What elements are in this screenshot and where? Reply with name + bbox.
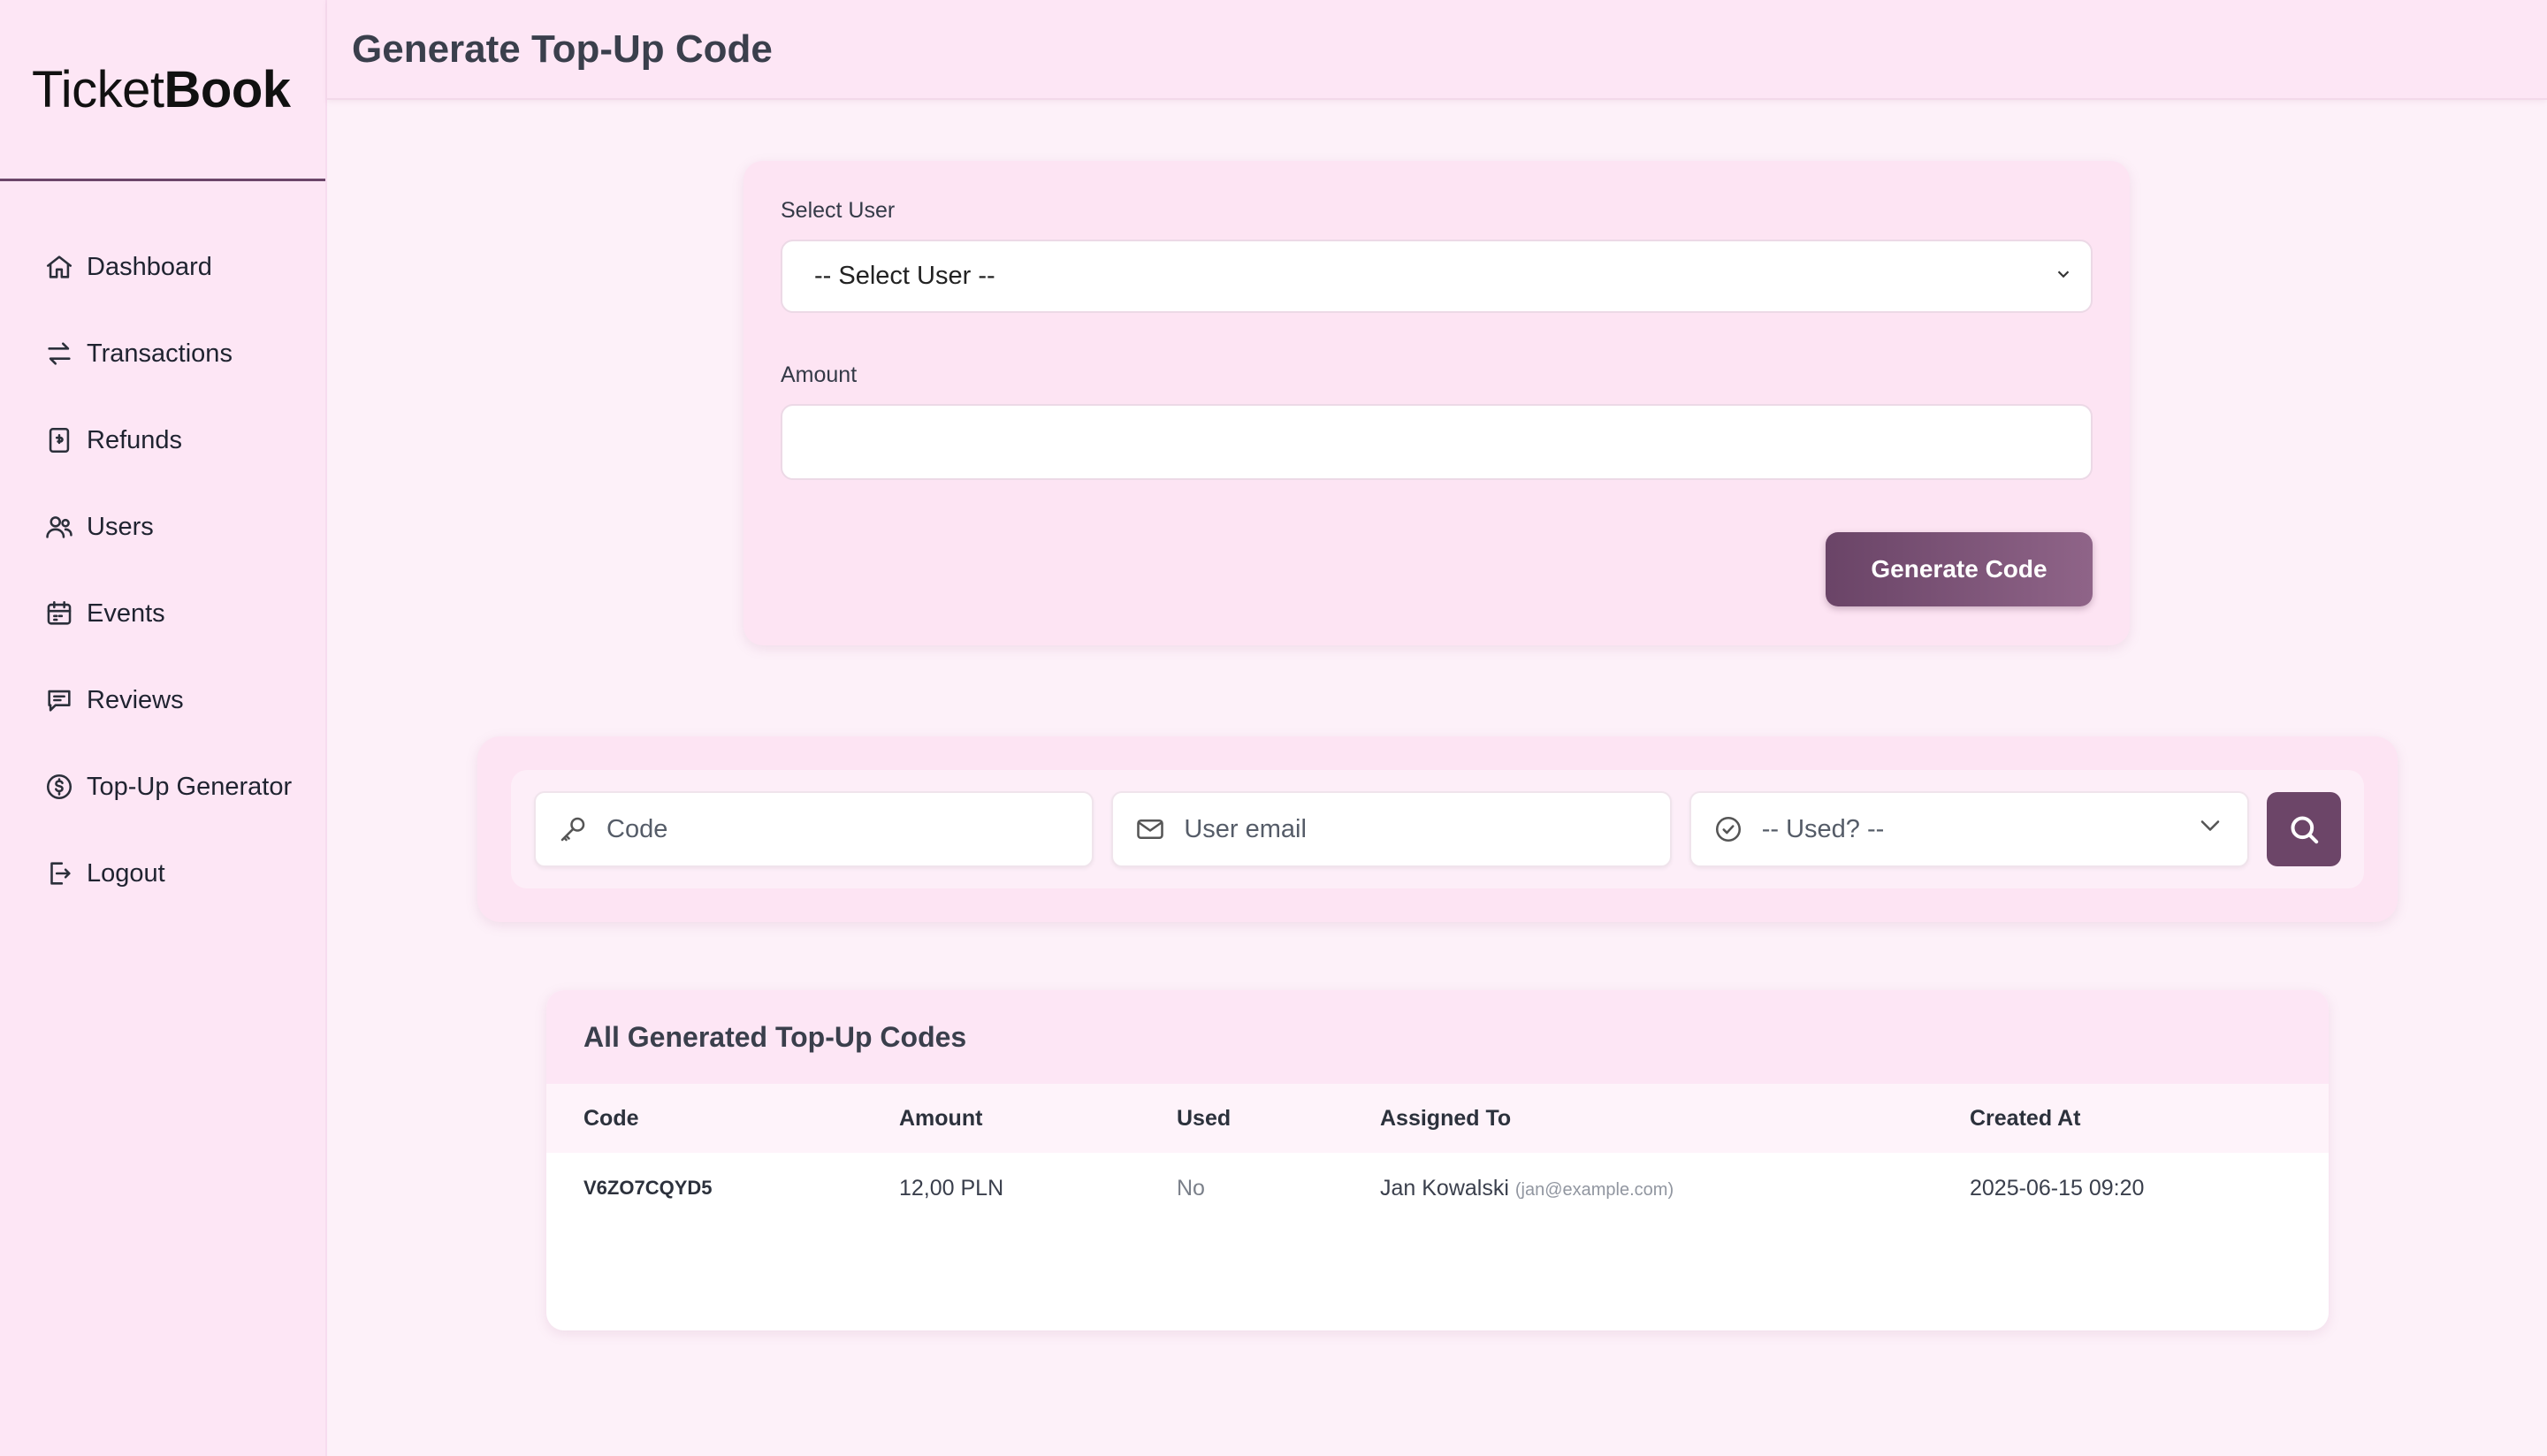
- cell-assigned-to: Jan Kowalski (jan@example.com): [1343, 1153, 1933, 1223]
- search-icon: [2291, 816, 2319, 844]
- column-header-created-at: Created At: [1933, 1084, 2329, 1153]
- cell-amount: 12,00 PLN: [899, 1175, 1004, 1201]
- calendar-icon: [44, 598, 74, 629]
- key-icon: [557, 813, 589, 845]
- sidebar-nav: Dashboard Transactions Refunds Users Eve…: [0, 181, 325, 917]
- sidebar-item-label: Logout: [87, 858, 165, 888]
- search-button[interactable]: [2267, 792, 2341, 866]
- codes-table: Code Amount Used Assigned To Created At …: [546, 1084, 2329, 1223]
- filter-bar: -- Used? --: [511, 770, 2364, 888]
- sidebar-item-logout[interactable]: Logout: [0, 830, 325, 917]
- sidebar-item-label: Dashboard: [87, 252, 212, 281]
- column-header-used: Used: [1140, 1084, 1343, 1153]
- filter-card: -- Used? --: [477, 736, 2398, 922]
- code-filter-input[interactable]: [606, 814, 1071, 844]
- page-title: Generate Top-Up Code: [352, 27, 773, 71]
- sidebar-item-label: Refunds: [87, 425, 183, 454]
- generate-code-button[interactable]: Generate Code: [1826, 532, 2093, 606]
- chevron-down-icon: [2054, 262, 2073, 291]
- amount-label: Amount: [781, 362, 858, 387]
- assigned-email: (jan@example.com): [1514, 1179, 1674, 1200]
- chat-icon: [44, 685, 74, 715]
- main-content: Generate Top-Up Code Select User -- Sele…: [327, 0, 2547, 1456]
- cell-code: V6ZO7CQYD5: [583, 1177, 713, 1199]
- sidebar-item-refunds[interactable]: Refunds: [0, 397, 325, 484]
- sidebar-item-top-up-generator[interactable]: Top-Up Generator: [0, 743, 325, 830]
- sidebar-item-transactions[interactable]: Transactions: [0, 310, 325, 397]
- select-user-label: Select User: [781, 198, 896, 223]
- sidebar-item-users[interactable]: Users: [0, 484, 325, 570]
- logout-icon: [44, 858, 74, 888]
- column-header-assigned-to: Assigned To: [1343, 1084, 1933, 1153]
- brand-light: Ticket: [32, 60, 164, 118]
- sidebar-item-label: Reviews: [87, 685, 184, 714]
- codes-table-card: All Generated Top-Up Codes Code Amount U…: [546, 990, 2329, 1330]
- select-user-dropdown[interactable]: -- Select User --: [781, 240, 2093, 313]
- column-header-code: Code: [546, 1084, 862, 1153]
- arrows-icon: [44, 339, 74, 369]
- sidebar-item-dashboard[interactable]: Dashboard: [0, 224, 325, 310]
- brand-bold: Book: [164, 60, 292, 118]
- used-filter-select[interactable]: -- Used? --: [1689, 791, 2250, 867]
- amount-input[interactable]: [781, 404, 2093, 480]
- users-icon: [44, 512, 74, 542]
- check-circle-icon: [1712, 813, 1744, 845]
- table-title: All Generated Top-Up Codes: [546, 990, 2329, 1084]
- receipt-icon: [44, 425, 74, 455]
- column-header-amount: Amount: [862, 1084, 1140, 1153]
- sidebar-item-label: Top-Up Generator: [87, 772, 293, 801]
- table-row[interactable]: V6ZO7CQYD5 12,00 PLN No Jan Kowalski (ja…: [546, 1153, 2329, 1223]
- cell-created-at: 2025-06-15 09:20: [1970, 1175, 2145, 1201]
- sidebar-item-label: Transactions: [87, 339, 233, 368]
- home-icon: [44, 252, 74, 282]
- sidebar: Ticket Book Dashboard Transactions Refund…: [0, 0, 327, 1456]
- sidebar-item-label: Users: [87, 512, 154, 541]
- email-filter-input[interactable]: [1184, 814, 1649, 844]
- sidebar-item-reviews[interactable]: Reviews: [0, 657, 325, 743]
- sidebar-item-events[interactable]: Events: [0, 570, 325, 657]
- assigned-name: Jan Kowalski: [1380, 1175, 1509, 1201]
- cell-used: No: [1177, 1175, 1205, 1201]
- code-filter-field[interactable]: [534, 791, 1094, 867]
- table-header-row: Code Amount Used Assigned To Created At: [546, 1084, 2329, 1153]
- generate-form-card: Select User -- Select User -- Amount Gen…: [744, 161, 2130, 645]
- brand-logo[interactable]: Ticket Book: [0, 0, 325, 181]
- used-filter-value: -- Used? --: [1761, 814, 1885, 843]
- email-filter-field[interactable]: [1111, 791, 1672, 867]
- topbar: Generate Top-Up Code: [327, 0, 2547, 100]
- chevron-down-icon: [2194, 810, 2226, 849]
- select-user-value: -- Select User --: [814, 262, 995, 290]
- mail-icon: [1134, 813, 1166, 845]
- dollar-icon: [44, 772, 74, 802]
- sidebar-item-label: Events: [87, 598, 165, 628]
